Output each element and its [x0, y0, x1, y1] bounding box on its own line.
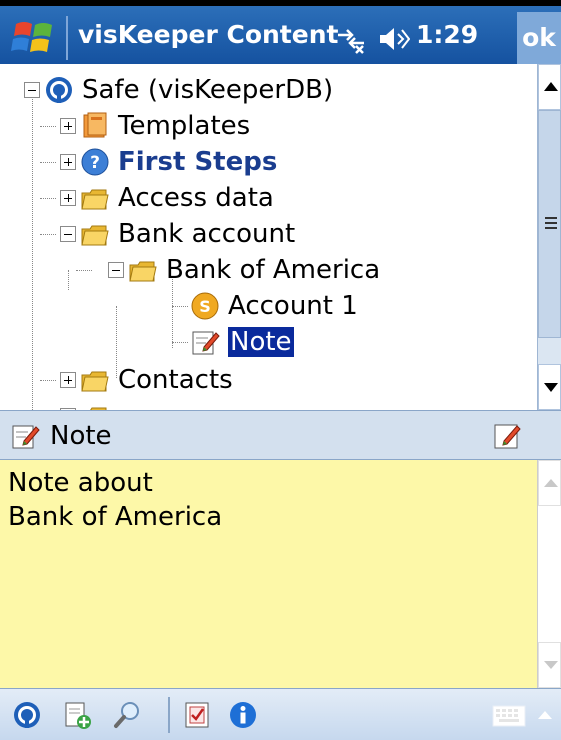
tree-connector	[32, 90, 33, 410]
content-tree[interactable]: Safe (visKeeperDB) Templates ? First Ste…	[0, 64, 537, 410]
tree-node-label: Contacts	[118, 365, 233, 395]
scroll-thumb[interactable]	[538, 110, 561, 338]
title-bar: visKeeper Content 1:29 ok	[0, 0, 561, 64]
tree-node-safe[interactable]: Safe (visKeeperDB)	[24, 72, 333, 108]
expand-toggle[interactable]	[60, 190, 76, 206]
edit-icon[interactable]	[492, 421, 522, 451]
ok-button[interactable]: ok	[517, 12, 561, 64]
tree-connector	[40, 234, 56, 235]
note-icon	[192, 331, 220, 355]
folder-icon	[129, 261, 157, 282]
tree-node-label: First Steps	[118, 147, 278, 177]
folder-icon	[90, 407, 107, 410]
checklist-icon[interactable]	[182, 700, 212, 730]
grip-icon	[545, 222, 557, 224]
tree-scrollbar[interactable]	[537, 64, 561, 410]
connectivity-icon[interactable]	[336, 26, 366, 54]
collapse-toggle[interactable]	[24, 82, 40, 98]
tree-node-label: Account 1	[228, 291, 358, 321]
tree-node-partial[interactable]	[60, 398, 118, 410]
folder-icon	[81, 189, 109, 210]
keyboard-menu-arrow-icon[interactable]	[538, 711, 552, 719]
note-scrollbar[interactable]	[537, 460, 561, 688]
scroll-down-button[interactable]	[538, 364, 561, 410]
note-text: Note about Bank of America	[8, 468, 223, 532]
note-icon	[12, 425, 40, 449]
tree-node-account-1[interactable]: S Account 1	[186, 288, 358, 324]
expand-toggle[interactable]	[60, 154, 76, 170]
note-scroll-down-button[interactable]	[538, 642, 561, 688]
tree-node-label: Access data	[118, 183, 274, 213]
svg-text:?: ?	[90, 153, 100, 173]
tree-node-bank-account[interactable]: Bank account	[60, 216, 295, 252]
tree-connector	[76, 270, 92, 271]
svg-text:S: S	[199, 297, 211, 316]
scroll-up-button[interactable]	[538, 64, 561, 110]
collapse-toggle[interactable]	[108, 262, 124, 278]
tree-node-label: Safe (visKeeperDB)	[82, 75, 334, 105]
tree-connector	[40, 380, 56, 381]
expand-toggle[interactable]	[60, 372, 76, 388]
grip-icon	[545, 217, 557, 219]
templates-book-icon	[83, 112, 107, 138]
account-coin-icon: S	[191, 292, 219, 320]
tree-connector	[68, 270, 69, 290]
safe-icon	[46, 77, 72, 103]
search-icon[interactable]	[112, 700, 142, 730]
tree-node-templates[interactable]: Templates	[60, 108, 250, 144]
note-panel-title: Note	[50, 421, 112, 451]
tree-node-access-data[interactable]: Access data	[60, 180, 274, 216]
grip-icon	[545, 227, 557, 229]
tree-node-label: Bank of America	[166, 255, 381, 285]
tree-node-first-steps[interactable]: ? First Steps	[60, 144, 277, 180]
arrow-down-icon	[544, 383, 558, 392]
tree-node-bank-of-america[interactable]: Bank of America	[108, 252, 380, 288]
info-icon[interactable]	[228, 700, 258, 730]
title-separator	[66, 16, 68, 60]
volume-icon[interactable]	[376, 24, 410, 54]
folder-icon	[81, 371, 109, 392]
tree-node-label: Templates	[118, 111, 251, 141]
help-icon: ?	[81, 148, 109, 176]
tree-node-note[interactable]: Note	[186, 324, 294, 360]
arrow-up-icon	[544, 82, 558, 91]
collapse-toggle[interactable]	[60, 226, 76, 242]
tree-node-contacts[interactable]: Contacts	[60, 362, 233, 398]
clock[interactable]: 1:29	[416, 20, 478, 49]
bottom-toolbar	[0, 688, 561, 740]
note-scroll-up-button[interactable]	[538, 460, 561, 506]
toolbar-separator	[168, 697, 170, 733]
windows-start-icon[interactable]	[10, 16, 60, 60]
tree-node-label: Note	[228, 327, 294, 357]
app-title: visKeeper Content	[78, 20, 339, 49]
keyboard-icon[interactable]	[492, 705, 526, 727]
folder-icon	[81, 225, 109, 246]
note-content-area[interactable]: Note about Bank of America	[0, 460, 537, 688]
tree-connector	[40, 198, 56, 199]
tree-connector	[40, 126, 56, 127]
tree-connector	[40, 162, 56, 163]
expand-toggle[interactable]	[60, 118, 76, 134]
tree-node-label: Bank account	[118, 219, 296, 249]
note-panel-header: Note	[0, 410, 561, 460]
new-item-icon[interactable]	[62, 700, 92, 730]
safe-icon[interactable]	[12, 700, 42, 730]
